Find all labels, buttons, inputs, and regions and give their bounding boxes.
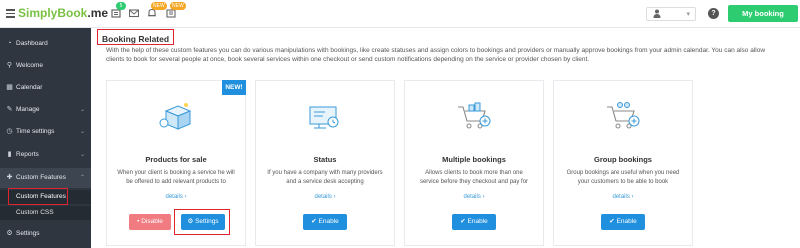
sidebar-item-custom-features[interactable]: ✚ Custom Features ⌃ xyxy=(0,168,91,188)
chevron-down-icon: ⌄ xyxy=(79,129,85,135)
card-title: Multiple bookings xyxy=(442,155,506,164)
card-title: Products for sale xyxy=(145,155,207,164)
box-icon xyxy=(156,99,196,133)
highlight-section-title xyxy=(97,29,174,45)
highlight-settings-button xyxy=(174,209,230,235)
card-text: If you have a company with many provider… xyxy=(267,170,383,185)
section-description: With the help of these custom features y… xyxy=(106,47,766,63)
group-cart-icon xyxy=(603,99,643,133)
menu-icon[interactable] xyxy=(6,9,15,18)
card-title: Status xyxy=(313,155,337,164)
sidebar-item-reports[interactable]: ▮ Reports ⌄ xyxy=(0,145,91,165)
enable-button[interactable]: ✔ Enable xyxy=(601,214,645,230)
card-status: Status If you have a company with many p… xyxy=(255,80,395,246)
details-link[interactable]: details › xyxy=(256,194,394,200)
sidebar-subitem-custom-css[interactable]: Custom CSS xyxy=(0,206,91,220)
bar-chart-icon: ▮ xyxy=(7,151,12,158)
card-title: Group bookings xyxy=(594,155,652,164)
chevron-down-icon: ⌄ xyxy=(79,152,85,158)
sidebar-item-manage[interactable]: ✎ Manage ⌄ xyxy=(0,100,91,120)
user-menu[interactable]: ▾ xyxy=(646,7,696,21)
my-booking-website-button[interactable]: My booking website xyxy=(728,5,798,35)
main-content: Booking Related With the help of these c… xyxy=(91,28,800,248)
sidebar-item-settings[interactable]: ⚙ Settings xyxy=(0,224,91,244)
new-badge: NEW! xyxy=(222,80,246,95)
card-text: Group bookings are useful when you need … xyxy=(566,170,680,185)
enable-button[interactable]: ✔ Enable xyxy=(303,214,347,230)
disable-button[interactable]: • Disable xyxy=(129,214,171,230)
sidebar-item-welcome[interactable]: ⚲ Welcome xyxy=(0,56,91,76)
details-link[interactable]: details › xyxy=(554,194,692,200)
card-group-bookings: Group bookings Group bookings are useful… xyxy=(553,80,693,246)
highlight-custom-features xyxy=(8,188,68,205)
gift-icon: ✚ xyxy=(6,174,13,181)
card-products-for-sale: NEW! Products for sale When your client … xyxy=(106,80,246,246)
gear-icon: ⚙ xyxy=(6,230,13,237)
card-text: Allows clients to book more than one ser… xyxy=(419,170,529,185)
location-pin-icon: ⚲ xyxy=(6,62,13,69)
details-link[interactable]: details › xyxy=(405,194,543,200)
chevron-down-icon: ▾ xyxy=(686,11,690,18)
monitor-icon xyxy=(305,99,345,133)
logo[interactable]: SimplyBook.me xyxy=(18,6,108,20)
enable-button[interactable]: ✔ Enable xyxy=(452,214,496,230)
sidebar-item-dashboard[interactable]: ◔ Dashboard xyxy=(0,34,91,54)
sidebar-item-time-settings[interactable]: ◷ Time settings ⌄ xyxy=(0,122,91,142)
top-bar: SimplyBook.me 5 NEW NEW ▾ ? My booking w… xyxy=(0,0,800,35)
sidebar: ◔ Dashboard ⚲ Welcome ▦ Calendar ✎ Manag… xyxy=(0,28,91,248)
help-icon[interactable]: ? xyxy=(708,8,719,19)
calendar-icon: ▦ xyxy=(6,84,13,91)
chevron-down-icon: ⌄ xyxy=(79,107,85,113)
clock-icon: ◷ xyxy=(6,128,13,135)
dashboard-icon: ◔ xyxy=(7,40,12,47)
news-badge: NEW xyxy=(170,2,186,10)
mail-icon[interactable] xyxy=(128,8,139,18)
cart-icon xyxy=(454,99,494,133)
user-icon xyxy=(653,9,661,20)
wrench-icon: ✎ xyxy=(6,106,13,113)
tasks-count-badge: 5 xyxy=(116,2,126,10)
sidebar-item-calendar[interactable]: ▦ Calendar xyxy=(0,78,91,98)
chevron-up-icon: ⌃ xyxy=(79,175,85,181)
details-link[interactable]: details › xyxy=(107,194,245,200)
card-multiple-bookings: Multiple bookings Allows clients to book… xyxy=(404,80,544,246)
card-text: When your client is booking a service he… xyxy=(117,170,235,185)
